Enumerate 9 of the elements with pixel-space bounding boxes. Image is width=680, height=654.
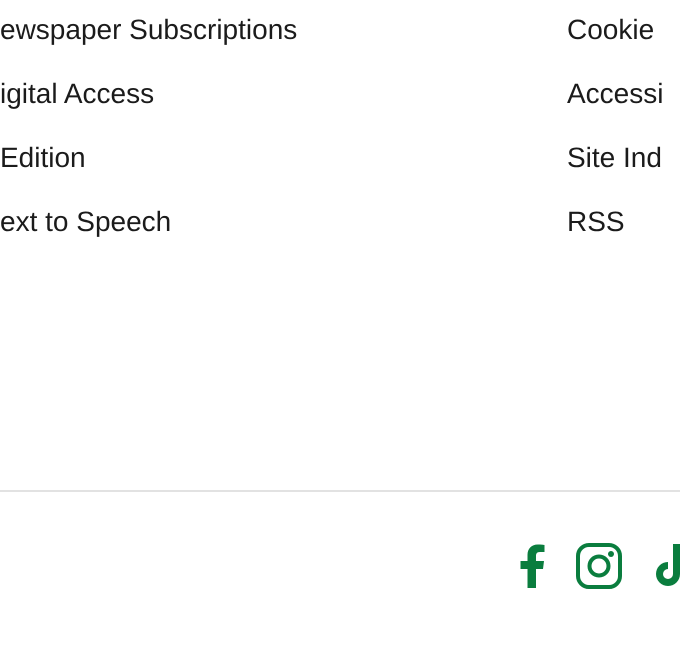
footer-link[interactable]: ext to Speech <box>0 206 172 238</box>
footer-link[interactable]: Site Ind <box>567 142 662 174</box>
footer-link[interactable]: Edition <box>0 142 86 174</box>
footer-link[interactable]: ewspaper Subscriptions <box>0 14 298 46</box>
instagram-icon[interactable] <box>576 543 622 589</box>
footer-link[interactable]: Cookie <box>567 14 654 46</box>
footer-link[interactable]: igital Access <box>0 78 154 110</box>
footer-link[interactable]: RSS <box>567 206 625 238</box>
footer-link[interactable]: Accessi <box>567 78 664 110</box>
